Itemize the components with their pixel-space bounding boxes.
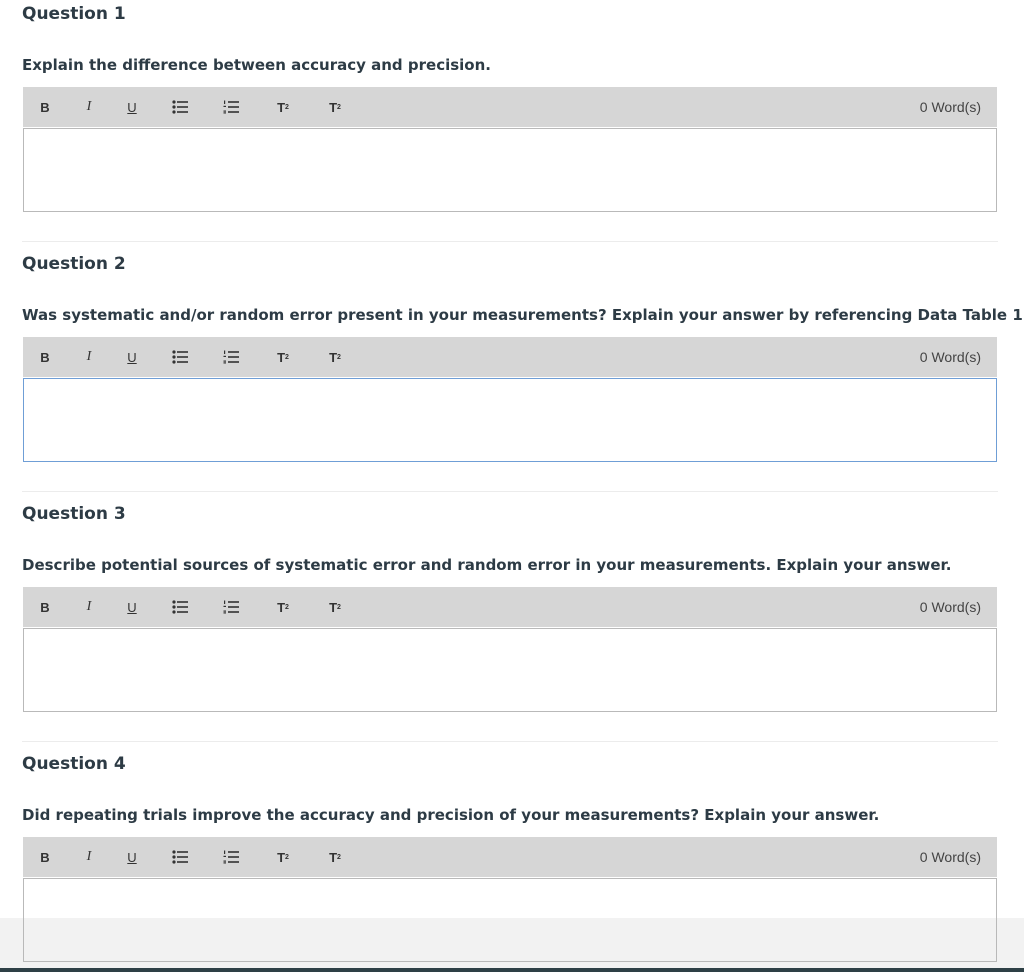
- answer-editor[interactable]: [23, 628, 997, 712]
- answer-editor[interactable]: [23, 878, 997, 962]
- rich-text-toolbar: B I U T2 T2 0 Word(s): [23, 837, 997, 877]
- bullet-list-button[interactable]: [166, 337, 194, 377]
- subscript-button[interactable]: T2: [321, 337, 349, 377]
- superscript-label: T: [277, 599, 286, 615]
- bullet-list-button[interactable]: [166, 587, 194, 627]
- bullet-list-icon: [172, 850, 188, 864]
- superscript-mark: 2: [285, 103, 289, 111]
- underline-button[interactable]: U: [118, 87, 146, 127]
- underline-button[interactable]: U: [118, 337, 146, 377]
- bullet-list-button[interactable]: [166, 87, 194, 127]
- numbered-list-button[interactable]: [217, 87, 245, 127]
- bold-button[interactable]: B: [31, 837, 59, 877]
- question-text: Did repeating trials improve the accurac…: [22, 806, 880, 824]
- question-divider: [22, 491, 998, 492]
- italic-button[interactable]: I: [75, 337, 103, 377]
- question-title: Question 3: [22, 504, 126, 524]
- question-2: Question 2 Was systematic and/or random …: [0, 250, 1024, 500]
- subscript-mark: 2: [337, 853, 341, 861]
- question-title: Question 1: [22, 4, 126, 24]
- rich-text-toolbar: B I U T2 T2 0 Word(s): [23, 87, 997, 127]
- bold-button[interactable]: B: [31, 87, 59, 127]
- superscript-button[interactable]: T2: [269, 87, 297, 127]
- bullet-list-icon: [172, 100, 188, 114]
- answer-editor[interactable]: [23, 128, 997, 212]
- numbered-list-icon: [223, 350, 239, 364]
- rich-text-toolbar: B I U T2 T2 0 Word(s): [23, 337, 997, 377]
- superscript-mark: 2: [285, 853, 289, 861]
- word-count: 0 Word(s): [919, 599, 981, 615]
- italic-button[interactable]: I: [75, 837, 103, 877]
- subscript-button[interactable]: T2: [321, 87, 349, 127]
- superscript-label: T: [277, 99, 286, 115]
- question-text: Describe potential sources of systematic…: [22, 556, 952, 574]
- superscript-button[interactable]: T2: [269, 337, 297, 377]
- bold-button[interactable]: B: [31, 587, 59, 627]
- question-title: Question 4: [22, 754, 126, 774]
- superscript-label: T: [277, 349, 286, 365]
- rich-text-toolbar: B I U T2 T2 0 Word(s): [23, 587, 997, 627]
- underline-button[interactable]: U: [118, 587, 146, 627]
- footer-edge-line: [0, 968, 1024, 972]
- bullet-list-icon: [172, 350, 188, 364]
- bullet-list-icon: [172, 600, 188, 614]
- subscript-mark: 2: [337, 353, 341, 361]
- word-count: 0 Word(s): [919, 99, 981, 115]
- question-text: Was systematic and/or random error prese…: [22, 306, 1024, 324]
- question-divider: [22, 241, 998, 242]
- superscript-button[interactable]: T2: [269, 837, 297, 877]
- numbered-list-icon: [223, 100, 239, 114]
- subscript-label: T: [329, 99, 338, 115]
- italic-button[interactable]: I: [75, 87, 103, 127]
- italic-button[interactable]: I: [75, 587, 103, 627]
- subscript-label: T: [329, 349, 338, 365]
- subscript-mark: 2: [337, 603, 341, 611]
- numbered-list-button[interactable]: [217, 587, 245, 627]
- numbered-list-button[interactable]: [217, 337, 245, 377]
- question-text: Explain the difference between accuracy …: [22, 56, 491, 74]
- answer-editor[interactable]: [23, 378, 997, 462]
- numbered-list-icon: [223, 850, 239, 864]
- subscript-button[interactable]: T2: [321, 837, 349, 877]
- superscript-mark: 2: [285, 603, 289, 611]
- bullet-list-button[interactable]: [166, 837, 194, 877]
- numbered-list-button[interactable]: [217, 837, 245, 877]
- word-count: 0 Word(s): [919, 849, 981, 865]
- question-title: Question 2: [22, 254, 126, 274]
- underline-button[interactable]: U: [118, 837, 146, 877]
- question-divider: [22, 741, 998, 742]
- subscript-label: T: [329, 849, 338, 865]
- question-1: Question 1 Explain the difference betwee…: [0, 0, 1024, 250]
- bold-button[interactable]: B: [31, 337, 59, 377]
- word-count: 0 Word(s): [919, 349, 981, 365]
- numbered-list-icon: [223, 600, 239, 614]
- question-3: Question 3 Describe potential sources of…: [0, 500, 1024, 750]
- subscript-button[interactable]: T2: [321, 587, 349, 627]
- superscript-label: T: [277, 849, 286, 865]
- subscript-label: T: [329, 599, 338, 615]
- superscript-mark: 2: [285, 353, 289, 361]
- superscript-button[interactable]: T2: [269, 587, 297, 627]
- subscript-mark: 2: [337, 103, 341, 111]
